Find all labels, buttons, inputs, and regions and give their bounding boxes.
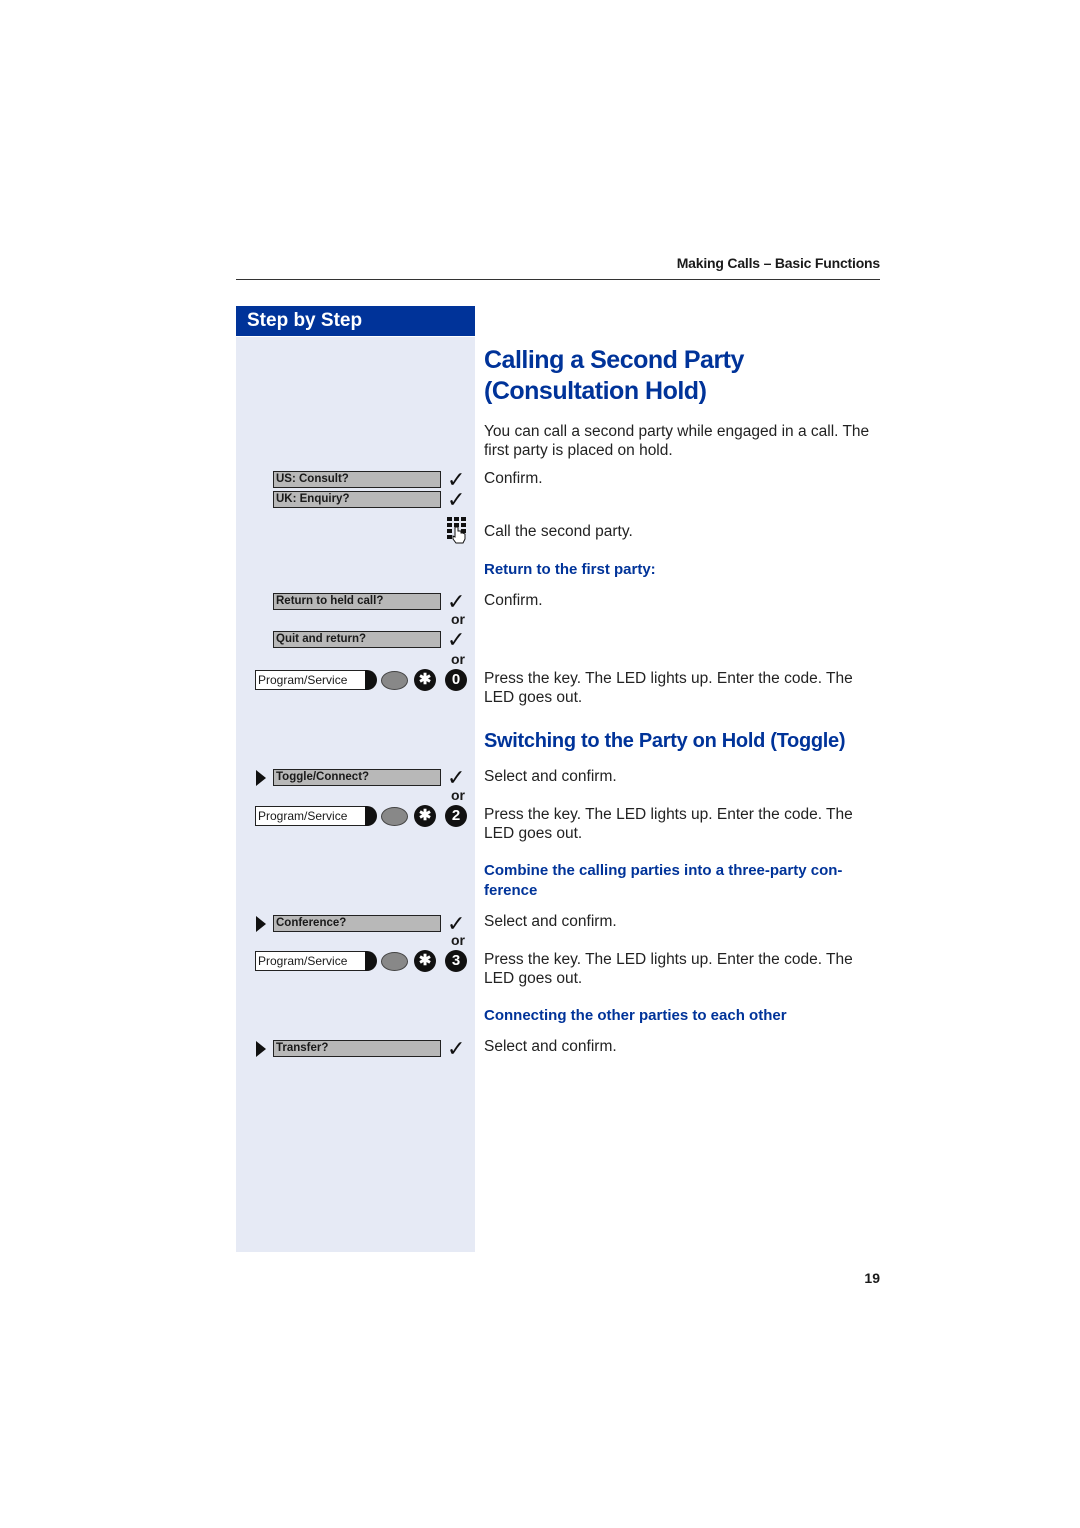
display-return-held-call[interactable]: Return to held call? [273,593,441,610]
intro-text: You can call a second party while engage… [484,423,870,459]
display-quit-and-return[interactable]: Quit and return? [273,631,441,648]
display-uk-enquiry[interactable]: UK: Enquiry? [273,491,441,508]
select-confirm-text: Select and confirm. [484,768,617,785]
or-label: or [451,611,465,627]
star-key[interactable]: ✱ [414,950,436,972]
press-key-text: Press the key. The LED lights up. Enter … [484,951,853,987]
select-confirm-text: Select and confirm. [484,913,617,930]
press-key-text: Press the key. The LED lights up. Enter … [484,670,853,706]
page-number: 19 [864,1270,880,1286]
or-label: or [451,932,465,948]
or-label: or [451,787,465,803]
check-icon: ✓ [447,1036,466,1061]
display-transfer[interactable]: Transfer? [273,1040,441,1057]
return-heading: Return to the first party: [484,561,656,578]
program-service-key[interactable]: Program/Service [255,670,379,690]
program-service-key[interactable]: Program/Service [255,951,379,971]
led-icon [381,952,408,971]
led-icon [381,807,408,826]
digit-2-key[interactable]: 2 [445,805,467,827]
running-header: Making Calls – Basic Functions [676,255,880,271]
display-toggle-connect[interactable]: Toggle/Connect? [273,769,441,786]
title-line-2: (Consultation Hold) [484,377,707,405]
program-service-label: Program/Service [255,951,367,971]
star-key[interactable]: ✱ [414,669,436,691]
key-cap [365,806,377,826]
led-icon [381,671,408,690]
header-rule [236,279,880,280]
step-by-step-header: Step by Step [236,306,475,336]
title-line-1: Calling a Second Party [484,346,744,374]
key-cap [365,951,377,971]
display-conference[interactable]: Conference? [273,915,441,932]
select-confirm-text: Select and confirm. [484,1038,617,1055]
display-us-consult[interactable]: US: Consult? [273,471,441,488]
check-icon: ✓ [447,911,466,936]
toggle-section-title: Switching to the Party on Hold (Toggle) [484,730,846,752]
confirm-text: Confirm. [484,470,543,487]
key-cap [365,670,377,690]
conference-heading: Combine the calling parties into a three… [484,862,843,899]
digit-0-key[interactable]: 0 [445,669,467,691]
arrow-right-icon [256,770,266,786]
check-icon: ✓ [447,487,466,512]
arrow-right-icon [256,916,266,932]
call-second-text: Call the second party. [484,523,633,540]
connect-heading: Connecting the other parties to each oth… [484,1007,787,1024]
press-key-text: Press the key. The LED lights up. Enter … [484,806,853,842]
confirm-text: Confirm. [484,592,543,609]
program-service-label: Program/Service [255,806,367,826]
program-service-key[interactable]: Program/Service [255,806,379,826]
star-key[interactable]: ✱ [414,805,436,827]
page-title: Calling a Second Party (Consultation Hold… [484,345,744,407]
check-icon: ✓ [447,765,466,790]
check-icon: ✓ [447,627,466,652]
or-label: or [451,651,465,667]
arrow-right-icon [256,1041,266,1057]
program-service-label: Program/Service [255,670,367,690]
digit-3-key[interactable]: 3 [445,950,467,972]
keypad-icon [447,517,467,544]
check-icon: ✓ [447,589,466,614]
